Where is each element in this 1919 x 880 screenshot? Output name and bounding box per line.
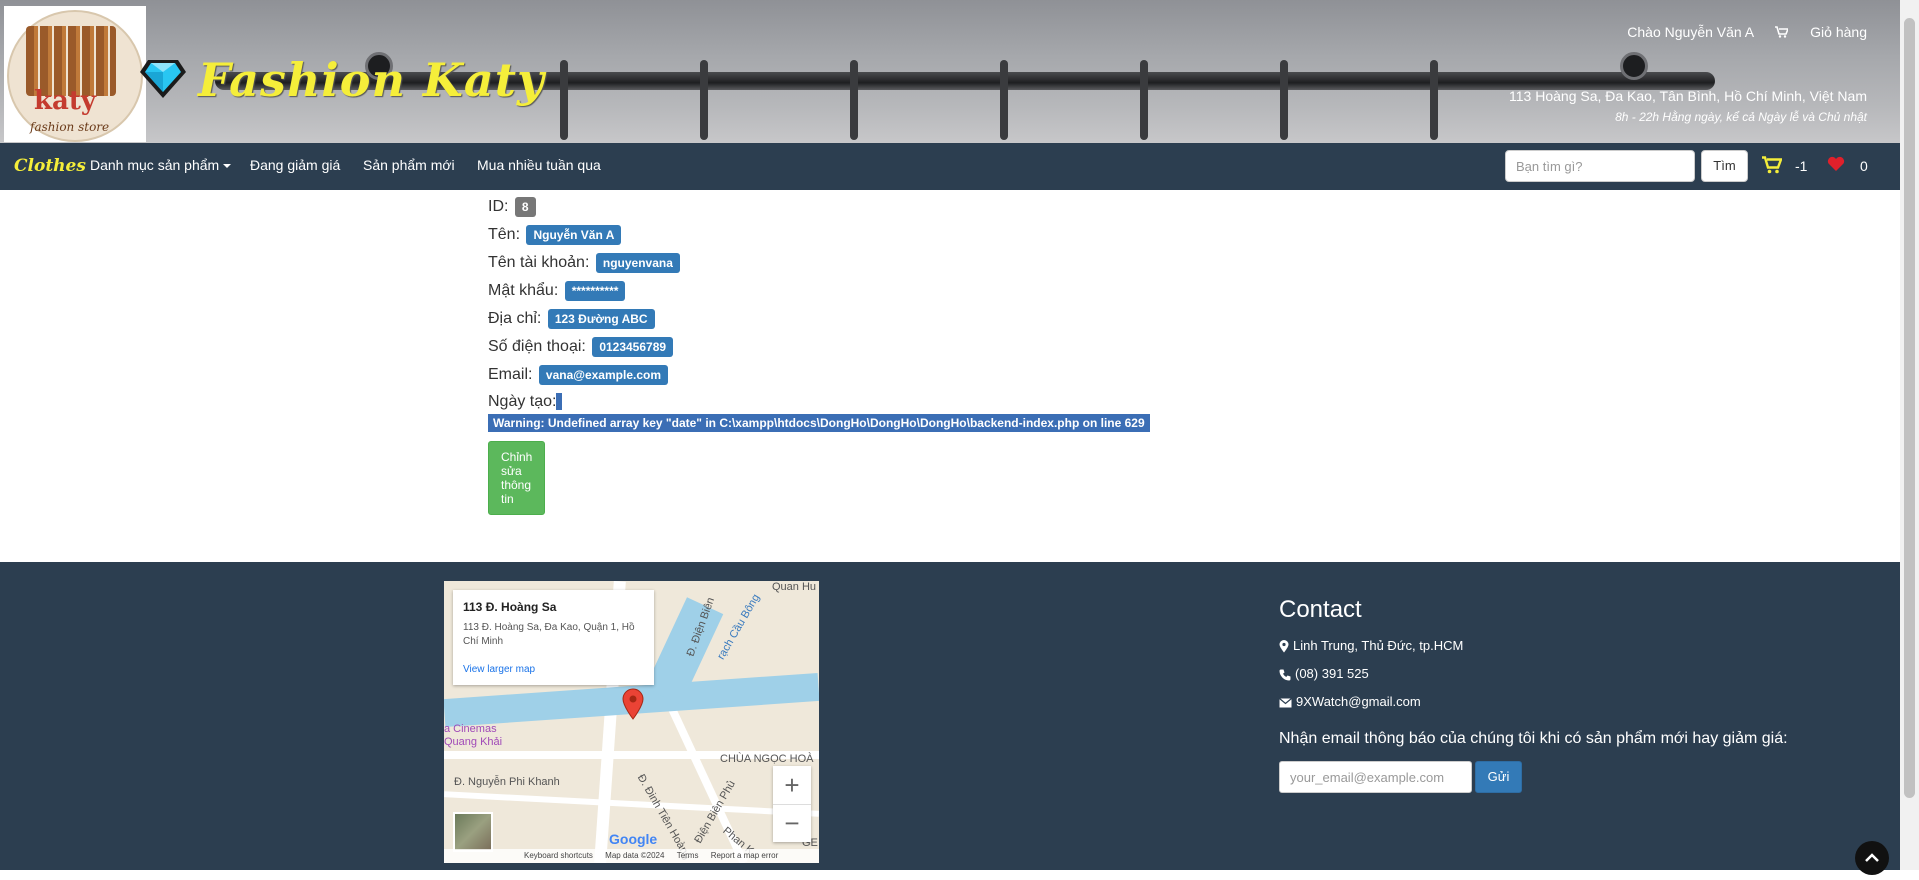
profile-row-id: ID: 8 [488,197,536,217]
cart-icon[interactable] [1762,156,1782,174]
store-address: 113 Hoàng Sa, Đa Kao, Tân Bình, Hồ Chí M… [1509,88,1867,104]
newsletter-send-button[interactable]: Gửi [1475,761,1522,793]
search-button[interactable]: Tìm [1701,150,1748,182]
embedded-map[interactable]: Quan Hu Đ. Điện Biên rạch Cầu Bông a Cin… [444,581,819,863]
contact-title: Contact [1279,596,1362,623]
diamond-icon [140,60,186,98]
caret-down-icon [223,164,232,169]
banner-hook [1000,60,1008,140]
map-label: a Cinemas Quang Khải [444,723,503,748]
profile-row-password: Mật khẩu: ********** [488,281,626,301]
banner-hook [1430,60,1438,140]
field-value: vana@example.com [538,365,668,385]
contact-phone: (08) 391 525 [1279,666,1369,681]
php-warning: Warning: Undefined array key "date" in C… [488,414,1150,432]
cart-link-label: Giỏ hàng [1810,24,1867,40]
selection-highlight [556,393,563,411]
phone-icon [1279,669,1291,681]
field-value: 123 Đường ABC [547,309,655,329]
banner-hook [700,60,708,140]
main-navbar: Clothes Danh mục sản phẩm Đang giảm giá … [0,143,1900,190]
profile-row-name: Tên: Nguyễn Văn A [488,225,622,245]
field-value: Nguyễn Văn A [526,225,622,245]
cart-link[interactable]: Giỏ hàng [1775,24,1867,40]
field-value: ********** [564,281,626,301]
store-logo[interactable]: katy fashion store [4,6,146,142]
map-attribution: Keyboard shortcuts Map data ©2024 Terms … [444,849,819,863]
map-data-text: Map data ©2024 [605,851,665,860]
newsletter-text: Nhận email thông báo của chúng tôi khi c… [1279,730,1788,747]
keyboard-shortcuts-link[interactable]: Keyboard shortcuts [524,851,593,860]
field-value: 8 [514,197,536,217]
nav-item-bestseller[interactable]: Mua nhiều tuần qua [477,157,601,173]
contact-address-text: Linh Trung, Thủ Đức, tp.HCM [1293,638,1464,653]
contact-email-text: 9XWatch@gmail.com [1296,694,1421,709]
opening-hours: 8h - 22h Hằng ngày, kể cả Ngày lễ và Chủ… [1615,110,1867,124]
logo-text: katy [34,86,96,116]
heart-icon[interactable] [1827,156,1845,172]
map-label: Quan Hu [772,581,817,593]
contact-phone-text: (08) 391 525 [1295,666,1369,681]
profile-row-address: Địa chỉ: 123 Đường ABC [488,309,655,329]
banner-knob [1620,52,1648,80]
map-pin-icon[interactable] [622,688,644,720]
field-label: Email: [488,366,533,384]
profile-row-username: Tên tài khoản: nguyenvana [488,253,680,273]
nav-item-label: Danh mục sản phẩm [90,157,220,173]
map-place-address: 113 Đ. Hoàng Sa, Đa Kao, Quận 1, Hồ Chí … [463,622,635,647]
profile-row-phone: Số điện thoại: 0123456789 [488,337,674,357]
map-label: rạch Cầu Bông [715,592,763,662]
nav-item-categories[interactable]: Danh mục sản phẩm [90,157,232,173]
field-label: Tên tài khoản: [488,254,590,272]
view-larger-map-link[interactable]: View larger map [463,664,535,675]
field-label: Ngày tạo: [488,393,557,410]
contact-email: 9XWatch@gmail.com [1279,694,1421,709]
field-label: Tên: [488,226,521,244]
search-input[interactable] [1505,150,1695,182]
map-label: CHÙA NGỌC HOÀ [720,753,814,765]
logo-subtext: fashion store [30,120,110,134]
field-value: nguyenvana [595,253,680,273]
edit-profile-button[interactable]: Chỉnh sửa thông tin [488,441,546,515]
newsletter-email-input[interactable] [1279,761,1472,793]
banner-hook [850,60,858,140]
scrollbar-thumb[interactable] [1904,18,1915,798]
cart-count: -1 [1795,158,1808,174]
satellite-toggle[interactable] [453,812,493,852]
envelope-icon [1279,697,1292,708]
terms-link[interactable]: Terms [677,851,699,860]
map-road [444,791,819,817]
zoom-in-button[interactable]: + [773,766,811,805]
nav-brand[interactable]: Clothes [14,156,86,176]
report-error-link[interactable]: Report a map error [711,851,779,860]
map-place-title: 113 Đ. Hoàng Sa [463,600,557,614]
field-label: Mật khẩu: [488,282,559,300]
map-label: Đ. Nguyễn Phi Khanh [454,776,560,788]
zoom-out-button[interactable]: − [773,804,811,842]
contact-address: Linh Trung, Thủ Đức, tp.HCM [1279,638,1463,653]
cart-icon [1775,26,1790,38]
nav-item-sale[interactable]: Đang giảm giá [250,157,340,173]
map-info-card: 113 Đ. Hoàng Sa 113 Đ. Hoàng Sa, Đa Kao,… [453,590,654,685]
page-scrollbar[interactable] [1900,0,1919,870]
map-marker-icon [1279,640,1289,653]
field-label: Địa chỉ: [488,310,542,328]
banner-hook [1280,60,1288,140]
google-logo: Google [609,831,658,847]
field-value: 0123456789 [592,337,674,357]
banner-hook [1140,60,1148,140]
nav-item-new[interactable]: Sản phẩm mới [363,157,455,173]
header-banner: katy fashion store Fashion Katy Chào Ngu… [0,0,1900,143]
user-bar: Chào Nguyễn Văn A Giỏ hàng [1609,24,1867,40]
footer: Quan Hu Đ. Điện Biên rạch Cầu Bông a Cin… [0,562,1900,870]
brand-title[interactable]: Fashion Katy [198,53,545,107]
zoom-controls: + − [773,766,811,842]
profile-row-created: Ngày tạo: [488,393,563,411]
field-label: ID: [488,198,509,216]
profile-row-email: Email: vana@example.com [488,365,668,385]
field-label: Số điện thoại: [488,338,586,356]
wishlist-count: 0 [1860,158,1868,174]
greeting-link[interactable]: Chào Nguyễn Văn A [1627,24,1753,40]
banner-hook [560,60,568,140]
